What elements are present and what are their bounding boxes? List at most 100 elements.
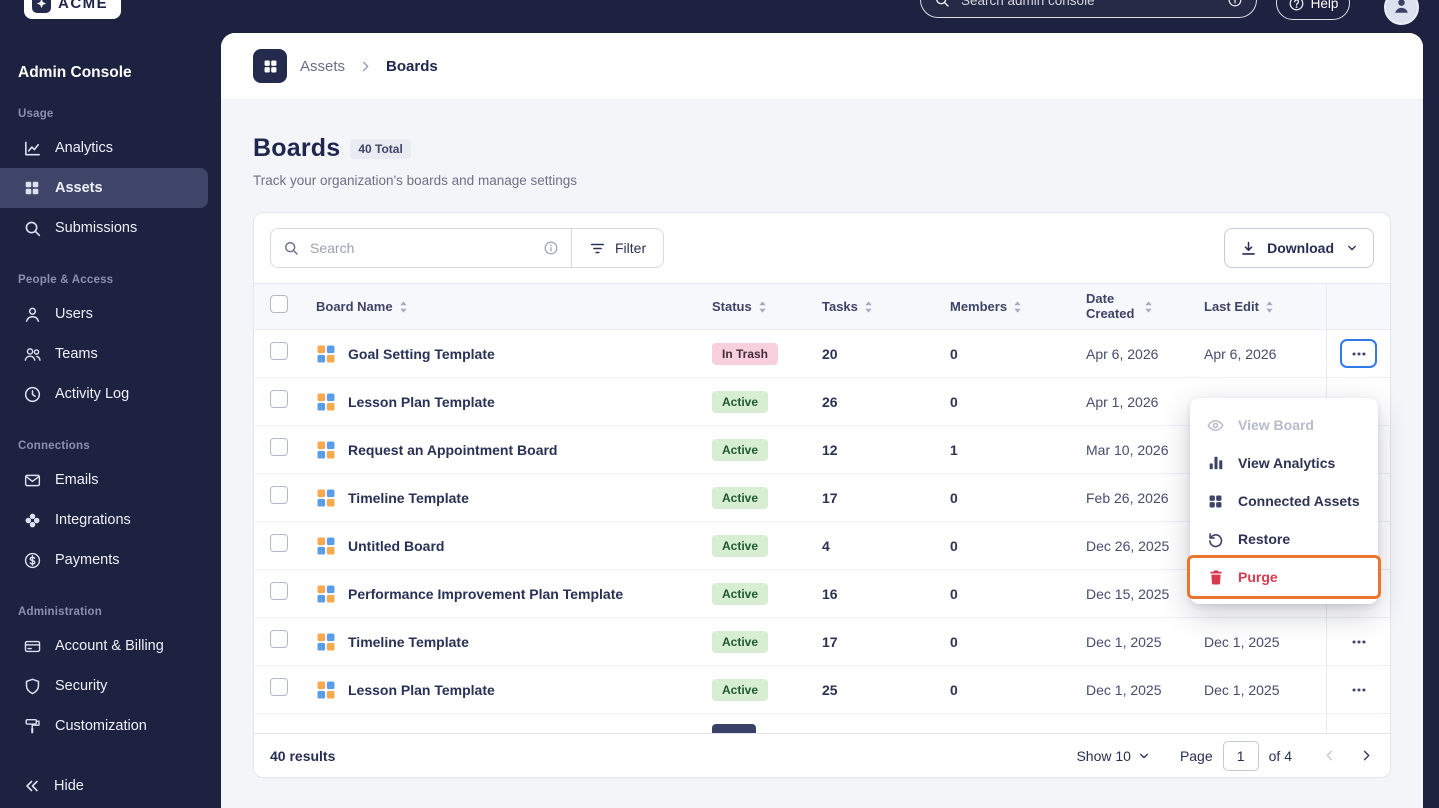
sidebar-item[interactable]: Teams [0, 334, 208, 374]
board-name[interactable]: Lesson Plan Template [348, 682, 495, 698]
board-icon [316, 536, 336, 556]
board-icon [316, 392, 336, 412]
download-button[interactable]: Download [1224, 228, 1374, 268]
row-checkbox[interactable] [270, 486, 288, 504]
sidebar-item[interactable]: Payments [0, 540, 208, 580]
column-header[interactable]: Date Created [1086, 291, 1204, 322]
eye-icon [1206, 416, 1225, 435]
column-header[interactable]: Status [712, 299, 822, 314]
row-checkbox[interactable] [270, 678, 288, 696]
row-checkbox[interactable] [270, 438, 288, 456]
filter-button[interactable]: Filter [572, 228, 665, 268]
sidebar-item[interactable]: Users [0, 294, 208, 334]
admin-search-input[interactable] [959, 0, 1218, 9]
sidebar-item[interactable]: Emails [0, 460, 208, 500]
billing-icon [22, 636, 42, 656]
column-header[interactable]: Tasks [822, 299, 950, 314]
page-of-label: of 4 [1268, 747, 1292, 764]
sidebar-item[interactable]: Submissions [0, 208, 208, 248]
sort-icon[interactable] [1265, 300, 1274, 314]
next-page-button[interactable] [1359, 748, 1374, 763]
sort-icon[interactable] [1144, 300, 1153, 314]
row-checkbox[interactable] [270, 390, 288, 408]
menu-item-label: Restore [1238, 531, 1291, 547]
sidebar-item[interactable]: Security [0, 666, 208, 706]
hide-sidebar-button[interactable]: Hide [22, 776, 84, 796]
board-name[interactable]: Lesson Plan Template [348, 394, 495, 410]
row-checkbox[interactable] [270, 342, 288, 360]
bar-chart-icon [1206, 454, 1225, 473]
sidebar-item[interactable]: Account & Billing [0, 626, 208, 666]
show-per-page-select[interactable]: Show 10 [1076, 748, 1149, 764]
chevron-right-icon [358, 59, 373, 74]
select-all-checkbox[interactable] [270, 295, 288, 313]
sort-icon[interactable] [1013, 300, 1022, 314]
row-actions-button[interactable] [1340, 627, 1377, 656]
tasks-count: 16 [822, 585, 838, 602]
filter-label: Filter [615, 240, 647, 256]
email-icon [22, 470, 42, 490]
sort-icon[interactable] [864, 300, 873, 314]
teams-icon [22, 344, 42, 364]
row-checkbox[interactable] [270, 534, 288, 552]
last-edit: Apr 6, 2026 [1204, 345, 1277, 362]
page-label: Page [1179, 747, 1213, 764]
info-icon[interactable] [1227, 0, 1243, 8]
chevron-down-icon [1346, 242, 1358, 254]
help-label: Help [1310, 0, 1339, 11]
help-button[interactable]: Help [1276, 0, 1350, 20]
board-icon [316, 584, 336, 604]
column-header[interactable]: Last Edit [1204, 299, 1326, 314]
menu-item-label: Connected Assets [1238, 493, 1360, 509]
user-avatar[interactable] [1384, 0, 1419, 25]
acme-logo[interactable]: ACME [24, 0, 122, 19]
page-number-input[interactable] [1222, 740, 1259, 771]
members-count: 0 [950, 393, 958, 410]
column-header[interactable]: Members [950, 299, 1086, 314]
sidebar-item[interactable]: Customization [0, 706, 208, 746]
user-icon [22, 304, 42, 324]
results-count: 40 results [270, 747, 336, 764]
table-row: Timeline Template Active 17 0 Dec 1, 202… [254, 618, 1390, 666]
chevron-right-icon [1359, 748, 1374, 763]
board-name[interactable]: Untitled Board [348, 538, 444, 554]
breadcrumb-parent[interactable]: Assets [300, 58, 345, 75]
context-menu-item[interactable]: Purge [1190, 558, 1378, 596]
status-badge: Active [712, 534, 769, 557]
sidebar-item[interactable]: Integrations [0, 500, 208, 540]
row-checkbox[interactable] [270, 630, 288, 648]
board-name[interactable]: Timeline Template [348, 634, 469, 650]
integrations-icon [22, 510, 42, 530]
context-menu-item[interactable]: View Analytics [1190, 444, 1378, 482]
previous-page-button[interactable] [1322, 748, 1337, 763]
info-icon[interactable] [543, 240, 559, 256]
board-name[interactable]: Performance Improvement Plan Template [348, 586, 623, 602]
context-menu-item[interactable]: Restore [1190, 520, 1378, 558]
board-icon [316, 632, 336, 652]
acme-logo-text: ACME [58, 0, 109, 12]
admin-search[interactable] [920, 0, 1257, 18]
tasks-count: 4 [822, 537, 830, 554]
row-checkbox[interactable] [270, 582, 288, 600]
sort-icon[interactable] [758, 300, 767, 314]
date-created: Dec 26, 2025 [1086, 537, 1170, 554]
board-name[interactable]: Timeline Template [348, 490, 469, 506]
board-icon [316, 680, 336, 700]
context-menu-item[interactable]: View Board [1190, 406, 1378, 444]
ellipsis-icon [1350, 633, 1368, 651]
table-search-input[interactable] [308, 239, 534, 257]
board-name[interactable]: Goal Setting Template [348, 346, 495, 362]
topbar: ACME Help [0, 0, 1439, 33]
tasks-count: 12 [822, 441, 838, 458]
row-actions-button[interactable] [1340, 675, 1377, 704]
context-menu-item[interactable]: Connected Assets [1190, 482, 1378, 520]
sort-icon[interactable] [399, 300, 408, 314]
column-header[interactable]: Board Name [316, 299, 712, 314]
sidebar-item[interactable]: Assets [0, 168, 208, 208]
sidebar-item[interactable]: Analytics [0, 128, 208, 168]
sidebar-item[interactable]: Activity Log [0, 374, 208, 414]
board-name[interactable]: Request an Appointment Board [348, 442, 558, 458]
activity-log-icon [22, 384, 42, 404]
table-search[interactable] [270, 228, 572, 268]
row-actions-button[interactable] [1340, 339, 1377, 368]
